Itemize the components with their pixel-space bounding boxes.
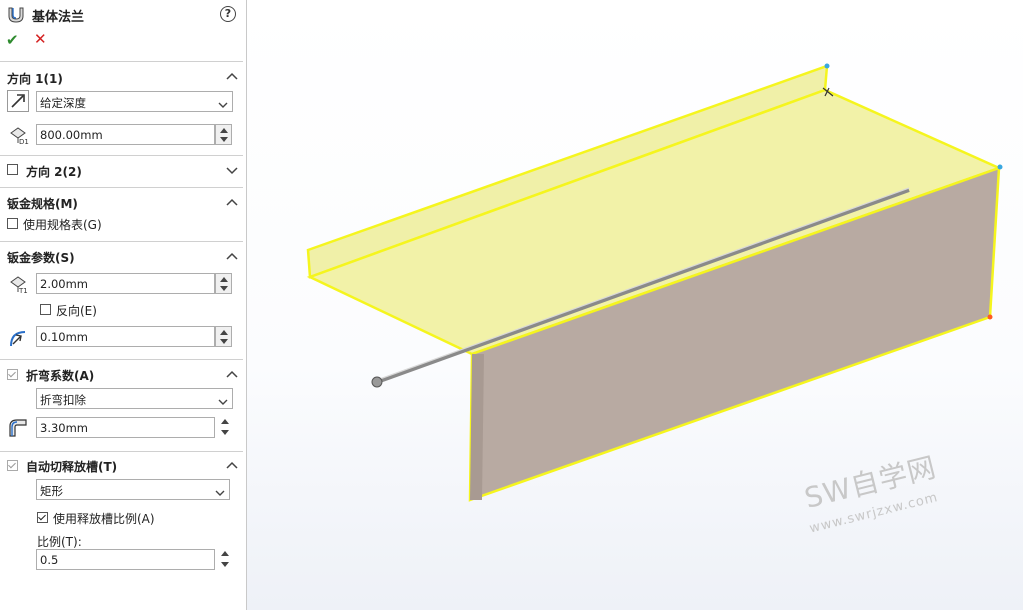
separator (0, 61, 243, 62)
property-manager-panel: 基体法兰 ? ✔ ✕ 方向 1(1) 给定深度 D1 800.00mm 方向 2… (0, 0, 247, 610)
svg-text:D1: D1 (19, 138, 29, 145)
cancel-button[interactable]: ✕ (34, 30, 47, 48)
chevron-up-icon[interactable] (226, 251, 238, 263)
ratio-label: 比例(T): (37, 535, 82, 549)
relief-type-select[interactable]: 矩形 (36, 479, 230, 500)
relief-type-value: 矩形 (40, 484, 63, 498)
chevron-down-icon (215, 486, 225, 496)
thickness-value: 2.00mm (40, 277, 89, 291)
panel-title-bar: 基体法兰 ? (0, 0, 246, 28)
bend-allowance-type-value: 折弯扣除 (40, 393, 86, 407)
base-flange-icon (7, 6, 25, 24)
chevron-down-icon (218, 98, 228, 108)
vertex-marker (997, 164, 1003, 170)
depth-value: 800.00mm (40, 128, 103, 142)
params-header[interactable]: 钣金参数(S) (7, 249, 75, 266)
chevron-up-icon[interactable] (226, 197, 238, 209)
bend-allowance-spinner[interactable] (219, 417, 231, 438)
ok-button[interactable]: ✔ (6, 31, 19, 49)
depth-spinner[interactable] (215, 124, 232, 145)
vertex-marker (987, 314, 993, 320)
separator (0, 359, 243, 360)
chevron-up-icon[interactable] (226, 71, 238, 83)
reverse-checkbox[interactable] (40, 304, 51, 315)
reverse-label: 反向(E) (56, 304, 97, 318)
inner-bend-face (470, 354, 484, 500)
bend-allowance-value: 3.30mm (40, 421, 89, 435)
separator (0, 241, 243, 242)
graphics-viewport[interactable] (247, 0, 1023, 610)
auto-relief-header[interactable]: 自动切释放槽(T) (26, 458, 117, 475)
end-condition-value: 给定深度 (40, 96, 86, 110)
use-relief-ratio-label: 使用释放槽比例(A) (53, 512, 155, 526)
depth-input[interactable]: 800.00mm (36, 124, 215, 145)
separator (0, 451, 243, 452)
gauge-header[interactable]: 钣金规格(M) (7, 195, 78, 212)
help-icon[interactable]: ? (220, 6, 236, 22)
vertex-marker (824, 63, 830, 69)
direction2-checkbox[interactable] (7, 164, 18, 175)
use-gauge-table-checkbox[interactable] (7, 218, 18, 229)
separator (0, 155, 243, 156)
thickness-icon: T1 (7, 272, 29, 295)
chevron-up-icon[interactable] (226, 460, 238, 472)
auto-relief-checkbox[interactable] (7, 460, 18, 471)
bend-radius-spinner[interactable] (215, 326, 232, 347)
panel-title: 基体法兰 (32, 10, 85, 25)
direction1-header[interactable]: 方向 1(1) (7, 70, 63, 87)
bend-allowance-type-select[interactable]: 折弯扣除 (36, 388, 233, 409)
end-condition-select[interactable]: 给定深度 (36, 91, 233, 112)
ratio-spinner[interactable] (219, 549, 231, 570)
chevron-down-icon (218, 395, 228, 405)
reverse-direction-icon[interactable] (7, 90, 29, 112)
chevron-up-icon[interactable] (226, 369, 238, 381)
bend-radius-input[interactable]: 0.10mm (36, 326, 215, 347)
svg-text:T1: T1 (18, 287, 28, 294)
thickness-input[interactable]: 2.00mm (36, 273, 215, 294)
thickness-spinner[interactable] (215, 273, 232, 294)
separator (0, 187, 243, 188)
bend-allowance-header[interactable]: 折弯系数(A) (26, 367, 94, 384)
depth-dimension-icon: D1 (7, 123, 29, 146)
rod-end-handle (371, 376, 383, 388)
bend-radius-value: 0.10mm (40, 330, 89, 344)
ratio-input[interactable]: 0.5 (36, 549, 215, 570)
use-relief-ratio-checkbox[interactable] (37, 512, 48, 523)
use-gauge-table-label: 使用规格表(G) (23, 218, 102, 232)
sheet-metal-model[interactable] (247, 0, 1023, 610)
bend-allowance-input[interactable]: 3.30mm (36, 417, 215, 438)
direction2-header[interactable]: 方向 2(2) (26, 163, 82, 180)
bend-allowance-checkbox[interactable] (7, 369, 18, 380)
ratio-value: 0.5 (40, 553, 59, 567)
bend-deduction-icon (7, 416, 29, 438)
bend-radius-icon (7, 326, 29, 348)
chevron-down-icon[interactable] (226, 165, 238, 177)
